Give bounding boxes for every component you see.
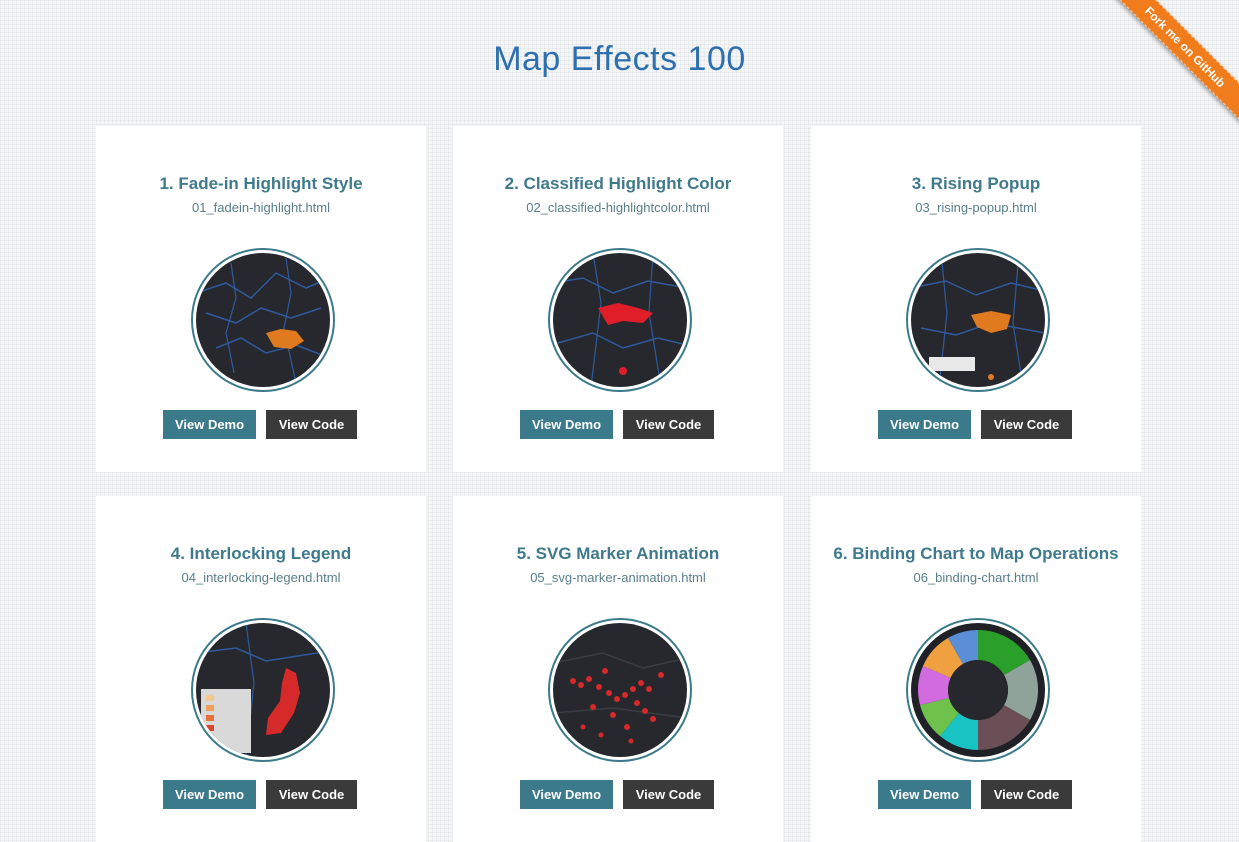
card-filename: 05_svg-marker-animation.html [530,570,706,585]
card-filename: 02_classified-highlightcolor.html [526,200,710,215]
view-demo-button[interactable]: View Demo [878,410,971,439]
view-code-button[interactable]: View Code [266,410,357,439]
view-demo-button[interactable]: View Demo [878,780,971,809]
card-title: 4. Interlocking Legend [170,544,352,563]
page-title: Map Effects 100 [493,40,746,78]
card-title: 2. Classified Highlight Color [504,174,732,193]
demo-card-6: 6. Binding Chart to Map Operations 06_bi… [811,496,1141,842]
view-code-button[interactable]: View Code [981,780,1072,809]
fork-on-github-ribbon[interactable]: Fork me on GitHub [1109,0,1239,127]
dark-map-markers-icon[interactable] [548,618,692,762]
card-filename: 03_rising-popup.html [915,200,1037,215]
demo-card-1: 1. Fade-in Highlight Style 01_fadein-hig… [96,126,426,472]
donut-chart-icon[interactable] [906,618,1050,762]
card-title: 6. Binding Chart to Map Operations [833,544,1119,563]
view-demo-button[interactable]: View Demo [163,780,256,809]
demo-card-5: 5. SVG Marker Animation 05_svg-marker-an… [453,496,783,842]
demo-card-3: 3. Rising Popup 03_rising-popup.html Vie… [811,126,1141,472]
view-code-button[interactable]: View Code [623,410,714,439]
dark-map-orange-highlight-icon[interactable] [191,248,335,392]
dark-map-red-highlight-icon[interactable] [548,248,692,392]
card-filename: 01_fadein-highlight.html [191,200,331,215]
card-title: 3. Rising Popup [911,174,1041,193]
view-code-button[interactable]: View Code [623,780,714,809]
view-code-button[interactable]: View Code [981,410,1072,439]
demo-card-4: 4. Interlocking Legend 04_interlocking-l… [96,496,426,842]
view-demo-button[interactable]: View Demo [520,410,613,439]
view-demo-button[interactable]: View Demo [520,780,613,809]
dark-map-popup-icon[interactable] [906,248,1050,392]
view-demo-button[interactable]: View Demo [163,410,256,439]
card-title: 5. SVG Marker Animation [516,544,720,563]
card-filename: 06_binding-chart.html [913,570,1039,585]
card-filename: 04_interlocking-legend.html [181,570,341,585]
card-title: 1. Fade-in Highlight Style [159,174,363,193]
github-ribbon-container: Fork me on GitHub [1109,0,1239,130]
demo-card-2: 2. Classified Highlight Color 02_classif… [453,126,783,472]
view-code-button[interactable]: View Code [266,780,357,809]
dark-map-legend-icon[interactable] [191,618,335,762]
